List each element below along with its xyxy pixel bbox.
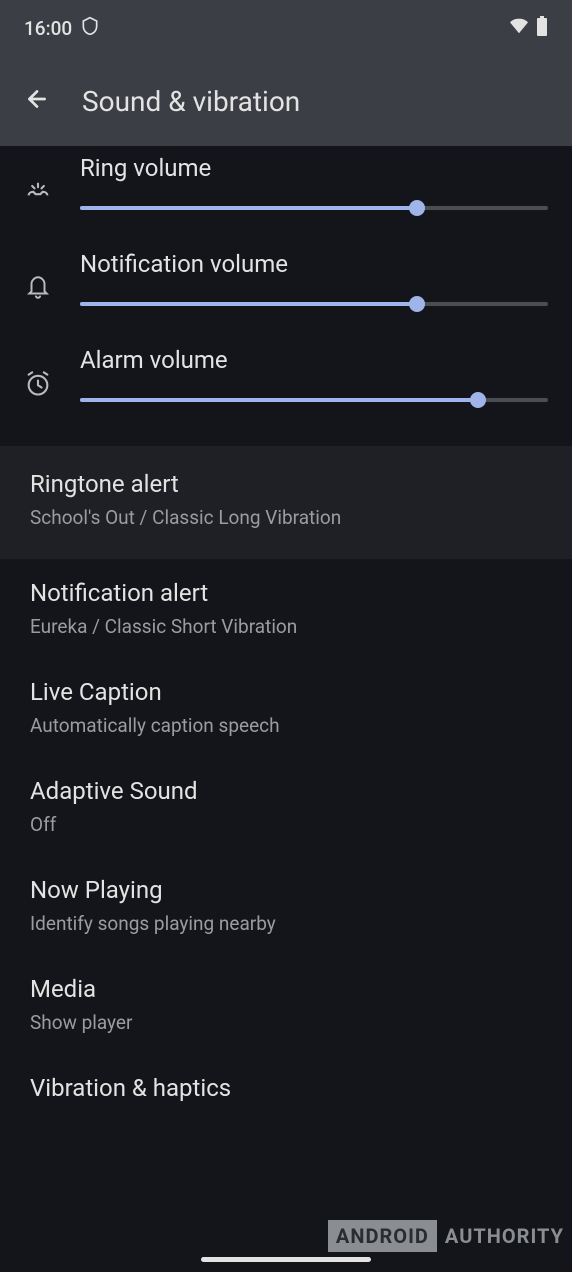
ring-icon (24, 178, 52, 208)
notification-volume-row: Notification volume (0, 250, 572, 306)
status-time: 16:00 (24, 17, 72, 40)
media-subtitle: Show player (30, 1011, 542, 1034)
alarm-icon (24, 370, 52, 398)
ringtone-alert-item[interactable]: Ringtone alert School's Out / Classic Lo… (0, 446, 572, 559)
ring-volume-row: Ring volume (0, 154, 572, 210)
adaptive-sound-item[interactable]: Adaptive Sound Off (0, 757, 572, 856)
adaptive-sound-subtitle: Off (30, 813, 542, 836)
alarm-volume-slider[interactable] (80, 398, 548, 402)
notification-alert-title: Notification alert (30, 579, 542, 607)
media-item[interactable]: Media Show player (0, 955, 572, 1054)
watermark-box: ANDROID (328, 1220, 437, 1252)
ringtone-alert-subtitle: School's Out / Classic Long Vibration (30, 506, 542, 529)
ring-volume-label: Ring volume (80, 154, 548, 182)
now-playing-title: Now Playing (30, 876, 542, 904)
alarm-volume-label: Alarm volume (80, 346, 548, 374)
live-caption-title: Live Caption (30, 678, 542, 706)
app-header: Sound & vibration (0, 56, 572, 146)
page-title: Sound & vibration (82, 85, 300, 118)
vpn-icon (80, 16, 100, 41)
adaptive-sound-title: Adaptive Sound (30, 777, 542, 805)
now-playing-item[interactable]: Now Playing Identify songs playing nearb… (0, 856, 572, 955)
wifi-icon (508, 17, 530, 40)
live-caption-item[interactable]: Live Caption Automatically caption speec… (0, 658, 572, 757)
nav-indicator[interactable] (201, 1257, 371, 1262)
ringtone-alert-title: Ringtone alert (30, 470, 542, 498)
media-title: Media (30, 975, 542, 1003)
notification-volume-slider[interactable] (80, 302, 548, 306)
vibration-haptics-title: Vibration & haptics (30, 1074, 542, 1102)
live-caption-subtitle: Automatically caption speech (30, 714, 542, 737)
status-bar: 16:00 (0, 0, 572, 56)
volume-sliders: Ring volume Notification volume Alarm vo… (0, 146, 572, 446)
back-icon[interactable] (24, 86, 50, 116)
notification-volume-label: Notification volume (80, 250, 548, 278)
watermark-text: AUTHORITY (437, 1220, 572, 1252)
ring-volume-slider[interactable] (80, 206, 548, 210)
notification-alert-subtitle: Eureka / Classic Short Vibration (30, 615, 542, 638)
bell-icon (24, 274, 52, 300)
now-playing-subtitle: Identify songs playing nearby (30, 912, 542, 935)
notification-alert-item[interactable]: Notification alert Eureka / Classic Shor… (0, 559, 572, 658)
alarm-volume-row: Alarm volume (0, 346, 572, 402)
watermark: ANDROID AUTHORITY (328, 1220, 572, 1252)
battery-icon (536, 16, 548, 41)
vibration-haptics-item[interactable]: Vibration & haptics (0, 1054, 572, 1116)
